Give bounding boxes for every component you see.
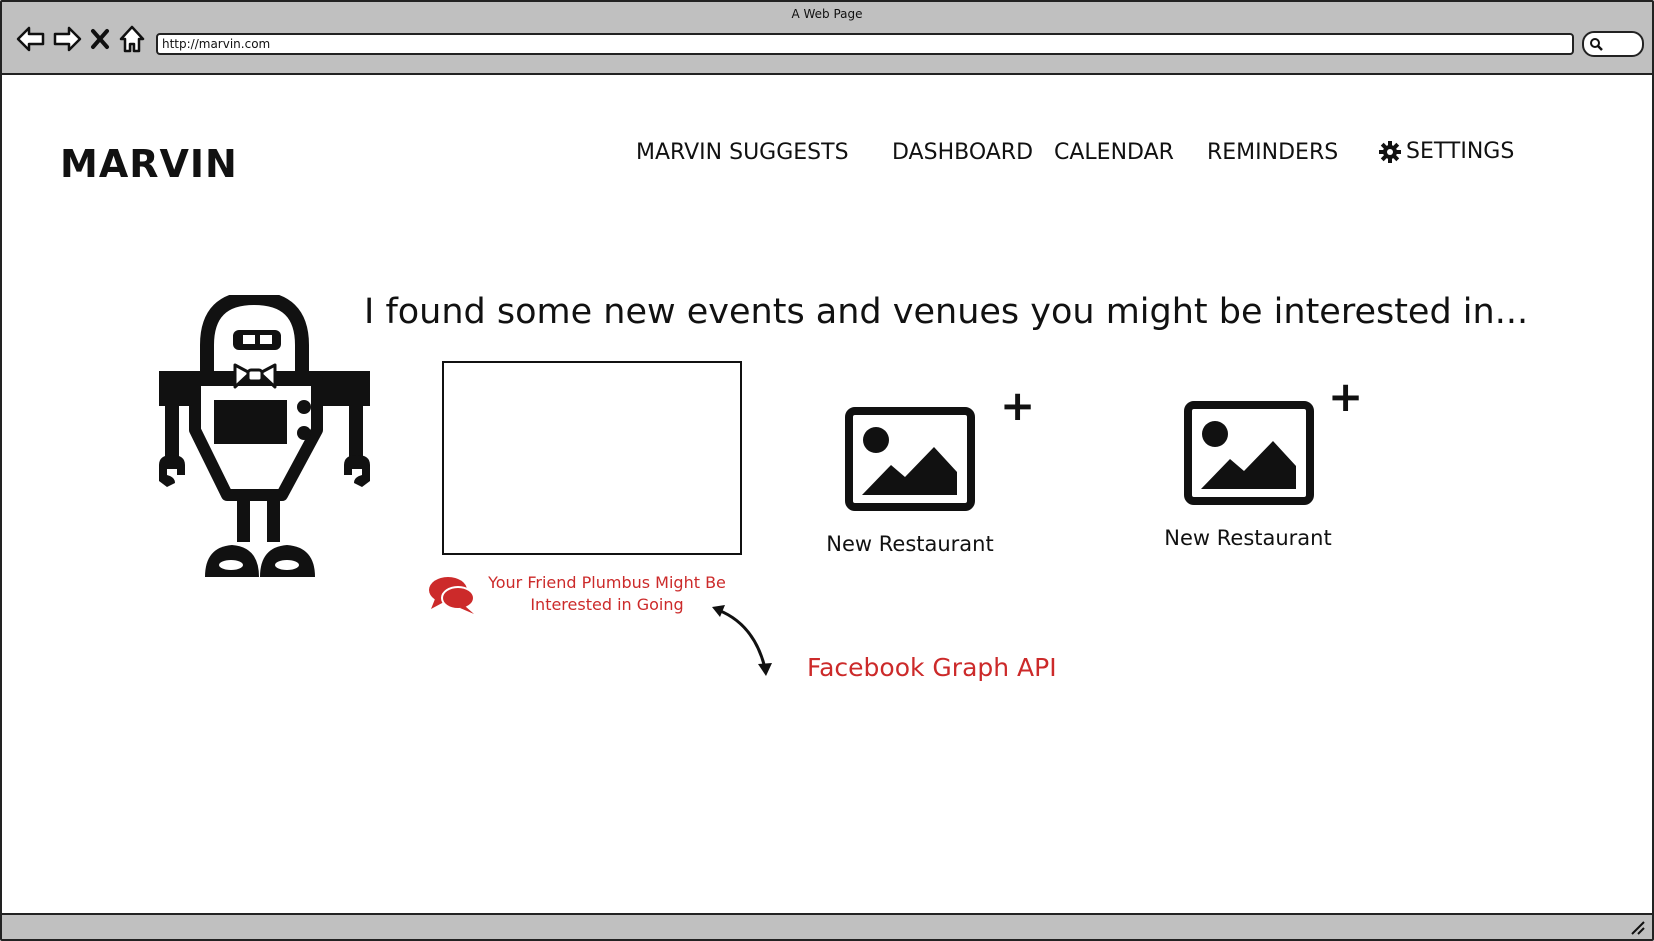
suggestion-label: New Restaurant bbox=[1164, 526, 1332, 550]
browser-window: A Web Page http://marvin.com MARVIN MARV… bbox=[0, 0, 1654, 941]
nav-reminders[interactable]: REMINDERS bbox=[1207, 140, 1338, 165]
brand-logo[interactable]: MARVIN bbox=[60, 142, 238, 186]
search-field[interactable] bbox=[1582, 31, 1644, 57]
forward-arrow-icon[interactable] bbox=[52, 22, 82, 56]
resize-grip-icon[interactable] bbox=[1630, 920, 1646, 936]
home-icon[interactable] bbox=[118, 22, 146, 56]
nav-settings-label: SETTINGS bbox=[1406, 139, 1515, 164]
gear-icon bbox=[1379, 140, 1401, 163]
friend-suggestion[interactable]: Your Friend Plumbus Might Be Interested … bbox=[427, 572, 737, 616]
nav-settings[interactable]: SETTINGS bbox=[1378, 139, 1514, 164]
annotation-label: Facebook Graph API bbox=[807, 653, 1057, 682]
nav-calendar[interactable]: CALENDAR bbox=[1054, 140, 1174, 165]
chat-bubbles-icon bbox=[429, 577, 475, 614]
friend-suggestion-text: Your Friend Plumbus Might Be Interested … bbox=[488, 573, 726, 614]
url-input[interactable]: http://marvin.com bbox=[156, 33, 1574, 55]
suggestion-label: New Restaurant bbox=[826, 532, 994, 556]
page-headline: I found some new events and venues you m… bbox=[364, 292, 1529, 332]
close-icon[interactable] bbox=[90, 22, 110, 56]
add-suggestion-button[interactable]: + bbox=[1000, 385, 1035, 427]
robot-icon bbox=[157, 290, 372, 584]
back-arrow-icon[interactable] bbox=[16, 22, 46, 56]
nav-dashboard[interactable]: DASHBOARD bbox=[892, 140, 1033, 165]
status-bar bbox=[2, 913, 1652, 939]
curved-double-arrow-icon bbox=[712, 605, 772, 676]
search-icon bbox=[1590, 38, 1603, 51]
browser-toolbar: A Web Page http://marvin.com bbox=[2, 2, 1652, 75]
window-title: A Web Page bbox=[791, 7, 863, 21]
image-icon[interactable] bbox=[1184, 401, 1314, 505]
event-image-placeholder[interactable] bbox=[442, 361, 742, 555]
add-suggestion-button[interactable]: + bbox=[1328, 376, 1363, 418]
nav-marvin-suggests[interactable]: MARVIN SUGGESTS bbox=[636, 140, 849, 165]
image-icon[interactable] bbox=[845, 407, 975, 511]
